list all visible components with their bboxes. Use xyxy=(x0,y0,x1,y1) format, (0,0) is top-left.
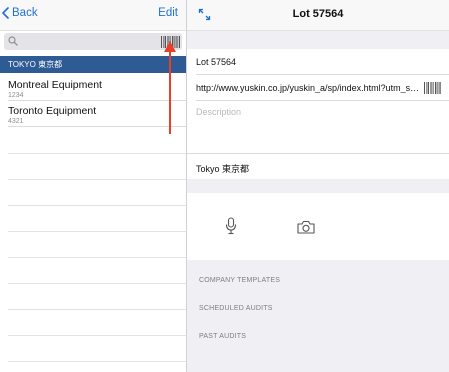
master-navbar: Back Edit xyxy=(0,0,186,31)
location-field[interactable]: Tokyo 東京都 xyxy=(196,162,249,175)
annotation-arrow-icon xyxy=(164,41,176,134)
search-bar[interactable] xyxy=(4,33,182,50)
list-item-toronto-equipment[interactable]: Toronto Equipment 4321 xyxy=(0,101,186,127)
detail-title: Lot 57564 xyxy=(292,8,344,20)
audit-sections: COMPANY TEMPLATES SCHEDULED AUDITS PAST … xyxy=(187,260,449,372)
row-divider xyxy=(196,74,449,75)
back-label: Back xyxy=(12,7,38,19)
empty-row-divider xyxy=(8,283,186,284)
back-button[interactable]: Back xyxy=(2,7,38,19)
empty-row-divider xyxy=(8,179,186,180)
microphone-icon[interactable] xyxy=(225,217,237,235)
barcode-icon[interactable] xyxy=(424,82,441,94)
location-group-header: TOKYO 東京都 xyxy=(0,56,186,73)
chevron-left-icon xyxy=(2,7,9,19)
empty-row-divider xyxy=(8,231,186,232)
location-row: Tokyo 東京都 xyxy=(187,153,449,179)
list-item-montreal-equipment[interactable]: Montreal Equipment 1234 xyxy=(0,75,186,101)
list-item-name: Toronto Equipment xyxy=(8,105,97,117)
detail-pane: Lot 57564 Lot 57564 http://www.yuskin.co… xyxy=(187,0,449,372)
empty-row-divider xyxy=(8,361,186,362)
name-field[interactable]: Lot 57564 xyxy=(196,57,236,67)
section-spacer xyxy=(187,179,449,193)
past-audits-section[interactable]: PAST AUDITS xyxy=(199,333,246,340)
scheduled-audits-section[interactable]: SCHEDULED AUDITS xyxy=(199,305,273,312)
empty-row-divider xyxy=(8,309,186,310)
master-pane: Back Edit TOKYO 東京都 Montreal Equipment 1… xyxy=(0,0,187,372)
empty-row-divider xyxy=(8,205,186,206)
empty-row-divider xyxy=(8,257,186,258)
company-templates-section[interactable]: COMPANY TEMPLATES xyxy=(199,277,280,284)
section-spacer xyxy=(187,31,449,49)
description-field[interactable]: Description xyxy=(196,107,241,117)
detail-fields-group: Lot 57564 http://www.yuskin.co.jp/yuskin… xyxy=(187,49,449,153)
list-item-code: 4321 xyxy=(8,118,24,125)
edit-button[interactable]: Edit xyxy=(158,7,178,19)
search-icon xyxy=(8,36,18,46)
search-input[interactable] xyxy=(20,33,156,50)
row-divider xyxy=(196,100,449,101)
url-field[interactable]: http://www.yuskin.co.jp/yuskin_a/sp/inde… xyxy=(196,83,420,93)
empty-row-divider xyxy=(8,335,186,336)
list-item-name: Montreal Equipment xyxy=(8,79,102,91)
camera-icon[interactable] xyxy=(297,220,315,234)
empty-row-divider xyxy=(8,153,186,154)
media-attachments xyxy=(187,193,449,260)
list-item-code: 1234 xyxy=(8,92,24,99)
detail-navbar: Lot 57564 xyxy=(187,0,449,31)
